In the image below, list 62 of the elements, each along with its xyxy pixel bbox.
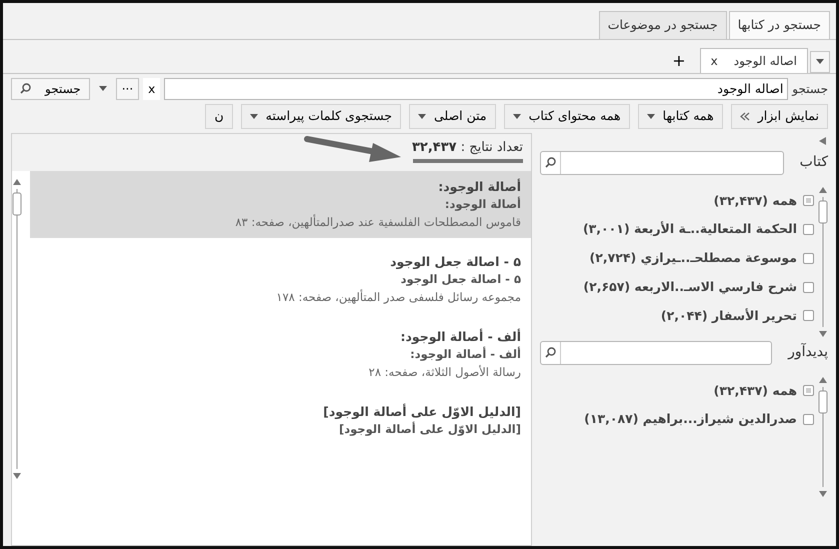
checkbox[interactable] (803, 224, 814, 236)
result-title: ۵ - اصالة جعل الوجود (389, 253, 521, 271)
caret-icon (250, 114, 258, 119)
filter-item[interactable]: الحكمة المتعالية..ـة الأربعة (۳,۰۰۱) (582, 215, 814, 244)
result-title: أصالة الوجود: (437, 178, 521, 196)
checkbox[interactable] (803, 252, 814, 264)
checkbox[interactable] (803, 385, 814, 396)
result-subtitle: أصالة الوجود: (444, 196, 521, 214)
result-item[interactable]: ۵ - اصالة جعل الوجود ۵ - اصالة جعل الوجود مجموعه رسائل فلسفی صدر المتألهین، صفحه: ۱۷۸ (30, 246, 531, 313)
toolbar-button[interactable]: متن اصلی (409, 104, 496, 128)
caret-icon (816, 59, 824, 64)
checkbox[interactable] (803, 414, 814, 426)
checkbox[interactable] (803, 195, 814, 206)
tab[interactable]: جستجو در موضوعات (598, 11, 727, 39)
toolbar-button[interactable]: همه کتابها (638, 104, 723, 128)
result-subtitle: ۵ - اصالة جعل الوجود (400, 271, 521, 288)
search-field[interactable]: اصاله الوجود (164, 78, 788, 100)
search-label: جستجو (792, 80, 828, 98)
result-subtitle: ألف - أصالة الوجود: (409, 346, 521, 364)
close-button[interactable]: x (710, 52, 718, 70)
result-count: تعداد نتایج : ۳۲,۴۳۷ (412, 140, 523, 154)
filter-item[interactable]: صدرالدين شيراز...براهيم (۱۳,۰۸۷) (584, 405, 814, 434)
toolbar-button[interactable]: جستجوی کلمات پیراسته (240, 104, 402, 128)
caret-icon (512, 114, 521, 119)
filter-search-field[interactable] (540, 150, 784, 174)
result-title: [الدليل الاوّل على أصالة الوجود] (322, 402, 521, 421)
result-source: قاموس المصطلحات الفلسفية عند صدرالمتألهين، صفحه: ۸۳ (234, 214, 521, 232)
search-icon (20, 83, 31, 94)
tab-label: اصاله الوجود (734, 52, 797, 70)
search-icon (545, 157, 556, 168)
filter-search-field[interactable] (540, 340, 772, 364)
filter-label: کتاب (800, 153, 828, 172)
search-icon (545, 347, 556, 358)
caret-icon (646, 114, 655, 119)
filter-label: پدیدآور (788, 342, 828, 362)
result-subtitle: [الدليل الاوّل على أصالة الوجود] (338, 421, 521, 438)
toolbar-button[interactable]: ن (205, 104, 233, 128)
add-tab-button[interactable]: + (666, 48, 692, 73)
filter-item[interactable]: همه (۳۲,۴۳۷) (584, 376, 814, 406)
tab-list-button[interactable] (810, 50, 830, 73)
chevrons-icon (740, 112, 750, 121)
result-item[interactable]: ألف - أصالة الوجود: ألف - أصالة الوجود: رسالة الأصول الثلاثة، صفحه: ۲۸ (30, 321, 531, 388)
checkbox[interactable] (803, 310, 814, 322)
result-source: مجموعه رسائل فلسفی صدر المتألهین، صفحه: ۱۷۸ (275, 289, 521, 306)
caret-icon (98, 86, 107, 92)
result-item[interactable]: أصالة الوجود: أصالة الوجود: قاموس المصطلحات الفلسفية عند صدرالمتألهين، صفحه: ۸۳ (30, 171, 531, 238)
result-item[interactable]: [الدليل الاوّل على أصالة الوجود] [الدليل الاوّل على أصالة الوجود] (30, 396, 531, 446)
caret-icon (418, 114, 426, 119)
toolbar-button[interactable]: نمایش ابزار (730, 104, 828, 128)
clear-button[interactable]: x (143, 78, 160, 100)
filter-item[interactable]: همه (۳۲,۴۳۷) (582, 186, 814, 216)
checkbox[interactable] (803, 282, 814, 293)
result-title: ألف - أصالة الوجود: (399, 328, 521, 346)
more-button[interactable]: ··· (116, 78, 140, 100)
result-source: رسالة الأصول الثلاثة، صفحه: ۲۸ (368, 364, 521, 382)
filter-item[interactable]: تحرير الأسفار (۲,۰۴۴) (582, 302, 814, 330)
toolbar-button[interactable]: همه محتوای کتاب (504, 104, 630, 128)
tab[interactable]: جستجو در کتابها (728, 11, 830, 39)
filter-item[interactable]: موسوعة مصطلحـ..ـيرازي (۲,۷۲۴) (582, 244, 814, 273)
search-button[interactable]: جستجو (11, 78, 90, 100)
expand-icon (819, 136, 826, 144)
filter-item[interactable]: شرح فارسي الاسـ..الاربعه (۲,۶۵۷) (582, 272, 814, 302)
